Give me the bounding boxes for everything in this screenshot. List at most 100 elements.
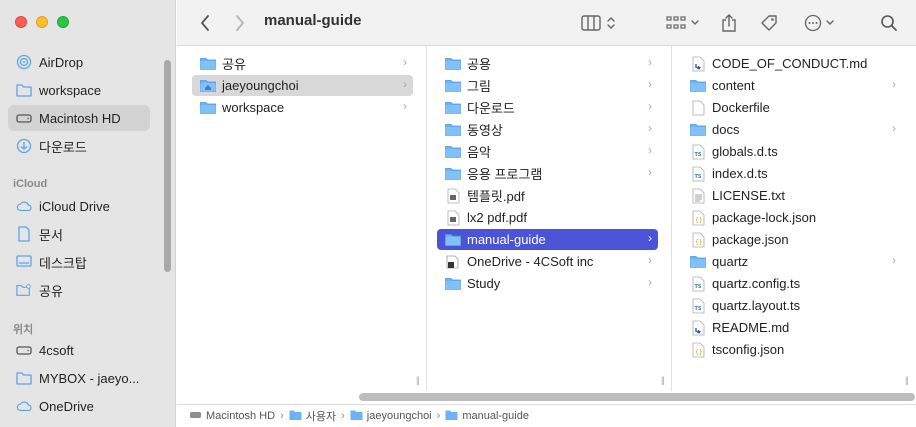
path-separator: › [280,410,284,422]
sidebar-item[interactable]: 데스크탑 [8,249,150,275]
airdrop-icon [16,54,32,70]
search-button[interactable] [877,11,901,35]
item-label: content [712,78,755,93]
file-row[interactable]: TS index.d.ts [682,163,902,184]
item-label: package-lock.json [712,210,817,225]
item-label: OneDrive - 4CSoft inc [467,254,594,269]
pdf-file-icon [445,210,461,226]
minimize-window-button[interactable] [36,16,48,28]
folder-icon [445,122,461,138]
folder-row[interactable]: quartz › [682,251,902,272]
group-button[interactable] [663,11,703,35]
file-row[interactable]: TS quartz.layout.ts [682,295,902,316]
path-segment-label: Macintosh HD [206,410,276,422]
pdf-file-icon [445,188,461,204]
sidebar-item[interactable]: 문서 [8,221,150,247]
folder-row[interactable]: docs › [682,119,902,140]
markdown-file-icon [690,320,706,336]
horizontal-scrollbar[interactable] [359,393,915,401]
folder-row[interactable]: 음악 › [437,141,658,162]
sidebar-item[interactable]: OneDrive [8,393,150,419]
drive-icon [189,409,206,424]
chevron-right-icon: › [648,253,652,267]
json-file-icon: {} [690,342,706,358]
column-2[interactable]: 공용 › 그림 › 다운로드 › 동영상 › 음악 › 응용 프로그램 › 템플릿.pdf lx2 pdf… [427,46,672,391]
column-resize-handle[interactable]: || [661,375,665,385]
file-row[interactable]: lx2 pdf.pdf [437,207,658,228]
item-label: lx2 pdf.pdf [467,210,527,225]
column-view-icon [580,15,601,31]
file-row[interactable]: README.md [682,317,902,338]
chevron-down-icon [691,20,699,25]
folder-icon [200,56,216,72]
share-button[interactable] [717,11,741,35]
file-row[interactable]: TS quartz.config.ts [682,273,902,294]
forward-button[interactable] [230,11,250,35]
file-row[interactable]: 템플릿.pdf [437,185,658,206]
cloud-icon [16,398,32,414]
folder-row[interactable]: manual-guide › [437,229,658,250]
sidebar-item-label: 공유 [39,283,63,299]
back-button[interactable] [195,11,215,35]
file-row[interactable]: TS globals.d.ts [682,141,902,162]
path-segment-label: jaeyoungchoi [366,410,432,422]
path-segment[interactable]: manual-guide [445,409,529,424]
item-label: tsconfig.json [712,342,785,357]
file-row[interactable]: {} package.json [682,229,902,250]
folder-row[interactable]: 그림 › [437,75,658,96]
sidebar-item[interactable]: iCloud Drive [8,193,150,219]
shared-folder-icon [16,282,32,298]
chevron-right-icon: › [403,55,407,69]
file-row[interactable]: {} tsconfig.json [682,339,902,360]
json-file-icon: {} [690,210,706,226]
column-1[interactable]: 공유 › jaeyoungchoi › workspace › [182,46,427,391]
folder-icon [16,82,32,98]
column-resize-handle[interactable]: || [416,375,420,385]
folder-row[interactable]: 다운로드 › [437,97,658,118]
folder-row[interactable]: workspace › [192,97,413,118]
file-row[interactable]: LICENSE.txt [682,185,902,206]
path-segment[interactable]: Macintosh HD [189,409,275,424]
sidebar-item[interactable]: 다운로드 [8,133,150,159]
more-actions-button[interactable] [801,11,837,35]
sidebar-item-label: OneDrive [39,398,94,414]
view-mode-button[interactable] [577,11,619,35]
column-3[interactable]: CODE_OF_CONDUCT.md content › Dockerfile docs… [672,46,916,391]
folder-row[interactable]: 응용 프로그램 › [437,163,658,184]
tags-button[interactable] [757,11,781,35]
item-label: quartz.config.ts [712,276,801,291]
sidebar-item-label: 다운로드 [39,139,87,155]
path-segment[interactable]: 사용자 [289,408,336,424]
column-resize-handle[interactable]: || [905,375,909,385]
search-icon [881,15,897,31]
folder-row[interactable]: jaeyoungchoi › [192,75,413,96]
typescript-file-icon: TS [690,276,706,292]
chevron-right-icon [236,15,244,31]
sidebar-item[interactable]: Macintosh HD [8,105,150,131]
sidebar-item[interactable]: 공유 [8,277,150,303]
tag-icon [761,15,777,31]
close-window-button[interactable] [15,16,27,28]
folder-row[interactable]: Study › [437,273,658,294]
sidebar-item[interactable]: 4csoft [8,337,150,363]
sidebar: AirDrop workspace Macintosh HD 다운로드 iCloud … [0,0,176,427]
sidebar-item[interactable]: AirDrop [8,49,150,75]
folder-row[interactable]: 공유 › [192,53,413,74]
folder-row[interactable]: content › [682,75,902,96]
folder-row[interactable]: 동영상 › [437,119,658,140]
sidebar-scrollbar[interactable] [164,60,171,272]
item-label: package.json [712,232,789,247]
finder-window: AirDrop workspace Macintosh HD 다운로드 iCloud … [0,0,916,427]
path-segment[interactable]: jaeyoungchoi [350,409,432,424]
sidebar-item[interactable]: workspace [8,77,150,103]
folder-row[interactable]: 공용 › [437,53,658,74]
file-row[interactable]: Dockerfile [682,97,902,118]
file-icon [690,100,706,116]
item-label: globals.d.ts [712,144,778,159]
sidebar-item[interactable]: MYBOX - jaeyo... [8,365,150,391]
file-row[interactable]: {} package-lock.json [682,207,902,228]
zoom-window-button[interactable] [57,16,69,28]
svg-text:{}: {} [695,239,703,246]
file-row[interactable]: CODE_OF_CONDUCT.md [682,53,902,74]
folder-row[interactable]: OneDrive - 4CSoft inc › [437,251,658,272]
